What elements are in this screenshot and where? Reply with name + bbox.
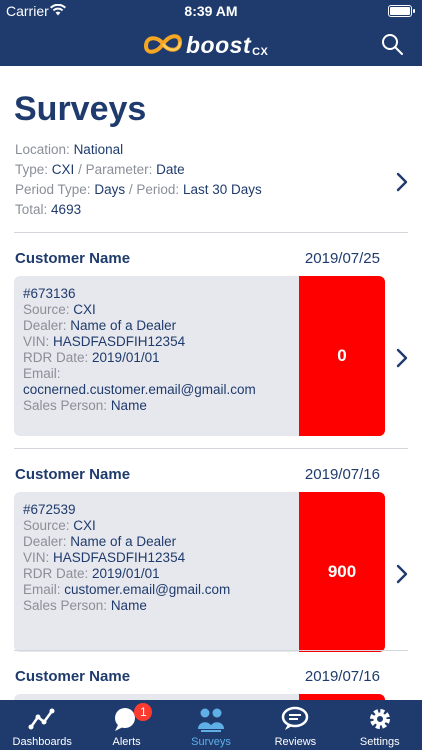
filter-location-line: Location: National	[15, 142, 123, 157]
settings-icon	[369, 709, 390, 729]
surveys-content[interactable]: Surveys Location: National Type: CXI / P…	[0, 66, 422, 700]
parameter-label: Parameter:	[85, 162, 153, 177]
tab-label: Alerts	[112, 736, 141, 748]
dealer-label: Dealer:	[23, 318, 67, 333]
rdr-date-label: RDR Date:	[23, 566, 89, 581]
reviews-icon	[281, 706, 309, 730]
period-type-label: Period Type:	[15, 182, 91, 197]
sales-person-label: Sales Person:	[23, 598, 108, 613]
source-label: Source:	[23, 302, 70, 317]
survey-item[interactable]: Customer Name 2019/07/25 #673136 Source:…	[0, 250, 422, 450]
status-time: 8:39 AM	[184, 3, 238, 19]
tab-label: Surveys	[191, 736, 231, 748]
filter-total-line: Total: 4693	[15, 202, 81, 217]
email-value: cocnerned.customer.email@gmail.com	[23, 382, 256, 397]
chevron-right-icon[interactable]	[396, 564, 408, 584]
customer-name: Customer Name	[15, 250, 131, 267]
survey-details: #673136 Source: CXI Dealer: Name of a De…	[23, 286, 299, 414]
infinity-logo-icon	[143, 34, 183, 54]
alerts-badge: 1	[134, 703, 153, 721]
survey-card[interactable]: #672539 Source: CXI Dealer: Name of a De…	[14, 492, 385, 652]
search-icon[interactable]	[380, 32, 404, 56]
chevron-right-icon[interactable]	[396, 348, 408, 368]
tab-settings[interactable]: Settings	[338, 700, 422, 750]
email-value: customer.email@gmail.com	[64, 582, 231, 597]
source-value: CXI	[73, 302, 96, 317]
rdr-date-value: 2019/01/01	[92, 566, 160, 581]
tab-bar: Dashboards 1 Alerts Surveys Reviews Sett…	[0, 700, 422, 750]
status-bar: Carrier 8:39 AM	[0, 0, 422, 22]
source-label: Source:	[23, 518, 70, 533]
score-badge: 0	[299, 276, 385, 436]
parameter-value: Date	[156, 162, 185, 177]
rdr-date-value: 2019/01/01	[92, 350, 160, 365]
customer-name: Customer Name	[15, 466, 131, 483]
survey-details: #672539 Source: CXI Dealer: Name of a De…	[23, 502, 299, 614]
survey-id: #672539	[23, 502, 76, 517]
chevron-right-icon[interactable]	[396, 172, 408, 192]
filter-period-line: Period Type: Days / Period: Last 30 Days	[15, 182, 262, 197]
survey-date: 2019/07/16	[304, 668, 380, 685]
survey-date: 2019/07/25	[304, 250, 380, 267]
sales-person-value: Name	[110, 398, 147, 413]
logo-text: boostCX	[186, 32, 269, 58]
divider	[14, 448, 408, 449]
total-label: Total:	[15, 202, 48, 217]
logo-subtext: CX	[252, 46, 269, 58]
email-label: Email:	[23, 366, 61, 381]
surveys-icon	[197, 708, 224, 732]
tab-reviews[interactable]: Reviews	[253, 700, 337, 750]
vin-label: VIN:	[23, 550, 50, 565]
divider	[14, 232, 408, 233]
filters-summary[interactable]: Location: National Type: CXI / Parameter…	[0, 140, 422, 230]
score-badge: 900	[299, 492, 385, 652]
period-label: Period:	[136, 182, 180, 197]
vin-label: VIN:	[23, 334, 50, 349]
tab-label: Settings	[359, 736, 400, 748]
tab-label: Reviews	[274, 736, 317, 748]
tab-dashboards[interactable]: Dashboards	[0, 700, 84, 750]
boost-cx-logo: boostCX	[140, 28, 290, 60]
divider	[14, 650, 408, 651]
survey-id: #673136	[23, 286, 76, 301]
total-value: 4693	[51, 202, 82, 217]
survey-item[interactable]: Customer Name 2019/07/16	[0, 668, 422, 700]
vin-value: HASDFASDFIH12354	[53, 334, 186, 349]
type-label: Type:	[15, 162, 49, 177]
sales-person-label: Sales Person:	[23, 398, 108, 413]
type-value: CXI	[51, 162, 75, 177]
period-type-value: Days	[94, 182, 126, 197]
nav-bar: boostCX	[0, 22, 422, 66]
location-label: Location:	[15, 142, 70, 157]
tab-surveys[interactable]: Surveys	[169, 700, 253, 750]
email-label: Email:	[23, 582, 61, 597]
survey-date: 2019/07/16	[304, 466, 380, 483]
tab-label: Dashboards	[12, 736, 72, 748]
survey-item[interactable]: Customer Name 2019/07/16 #672539 Source:…	[0, 466, 422, 666]
dashboards-icon	[28, 708, 55, 730]
rdr-date-label: RDR Date:	[23, 350, 89, 365]
tab-alerts[interactable]: 1 Alerts	[84, 700, 168, 750]
dealer-value: Name of a Dealer	[70, 534, 177, 549]
filter-type-line: Type: CXI / Parameter: Date	[15, 162, 185, 177]
page-title: Surveys	[14, 90, 147, 128]
customer-name: Customer Name	[15, 668, 131, 685]
dealer-label: Dealer:	[23, 534, 67, 549]
survey-card[interactable]: #673136 Source: CXI Dealer: Name of a De…	[14, 276, 385, 436]
sales-person-value: Name	[110, 598, 147, 613]
battery-icon	[388, 5, 415, 17]
source-value: CXI	[73, 518, 96, 533]
vin-value: HASDFASDFIH12354	[53, 550, 186, 565]
location-value: National	[73, 142, 124, 157]
dealer-value: Name of a Dealer	[70, 318, 177, 333]
period-value: Last 30 Days	[182, 182, 262, 197]
